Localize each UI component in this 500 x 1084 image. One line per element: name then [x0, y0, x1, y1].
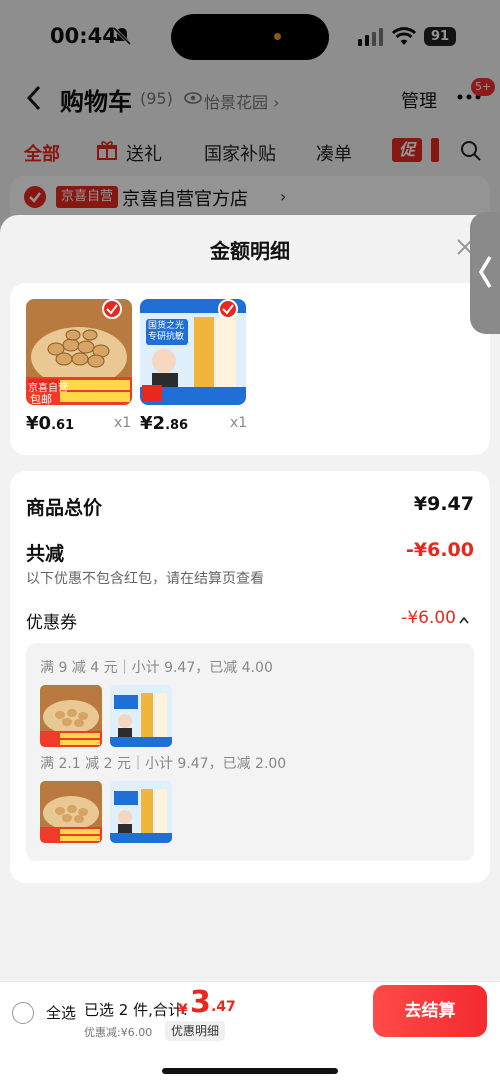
- chevron-left-icon: [478, 256, 492, 288]
- sheet-title: 金额明细: [210, 239, 290, 263]
- home-indicator[interactable]: [162, 1068, 338, 1074]
- total-currency: ¥: [178, 1002, 188, 1018]
- coupon-product-peanut: [40, 685, 102, 747]
- chevron-up-icon[interactable]: [458, 616, 470, 624]
- coupon-detail-box: 满 9 减 4 元｜小计 9.47，已减 4.00 满 2.1 减 2 元｜小计…: [26, 643, 474, 861]
- amount-detail-sheet: 金额明细 京喜自营 包邮 ¥0.61 x1 国货之光 专研抗敏 ¥2.86 x1…: [0, 215, 500, 981]
- discount-detail-button[interactable]: 优惠明细: [165, 1021, 226, 1041]
- total-label: 商品总价: [26, 497, 103, 519]
- product-price: ¥0.61: [26, 413, 75, 434]
- discount-label: 共减: [26, 543, 65, 565]
- selected-check-icon[interactable]: [102, 299, 122, 319]
- select-all-label[interactable]: 全选: [46, 1002, 76, 1023]
- total-value: ¥9.47: [413, 493, 474, 515]
- products-card: 京喜自营 包邮 ¥0.61 x1 国货之光 专研抗敏 ¥2.86 x1: [10, 283, 490, 455]
- side-drawer-handle[interactable]: [470, 212, 500, 334]
- product-qty: x1: [230, 415, 248, 431]
- product-tag: 国货之光 专研抗敏: [148, 321, 185, 342]
- summary-card: 商品总价 ¥9.47 共减 -¥6.00 以下优惠不包含红包，请在结算页查看 优…: [10, 471, 490, 883]
- coupon-rule: 满 2.1 减 2 元｜小计 9.47，已减 2.00: [40, 756, 287, 772]
- discount-note: 以下优惠不包含红包，请在结算页查看: [26, 571, 264, 587]
- product-price: ¥2.86: [140, 413, 189, 434]
- selected-check-icon[interactable]: [218, 299, 238, 319]
- selected-count-text: 已选 2 件,合计:: [84, 1001, 188, 1019]
- coupon-value[interactable]: -¥6.00: [401, 608, 456, 628]
- total-amount-decimal: .47: [211, 999, 236, 1015]
- checkout-button[interactable]: 去结算: [373, 985, 487, 1037]
- select-all-checkbox[interactable]: [12, 1002, 34, 1024]
- total-amount-integer: 3: [190, 985, 211, 1020]
- discount-value: -¥6.00: [406, 539, 474, 561]
- product-qty: x1: [114, 415, 132, 431]
- coupon-product-toothpaste: [110, 685, 172, 747]
- coupon-rule: 满 9 减 4 元｜小计 9.47，已减 4.00: [40, 660, 273, 676]
- coupon-product-toothpaste: [110, 781, 172, 843]
- coupon-product-peanut: [40, 781, 102, 843]
- free-shipping-tag: 包邮: [30, 393, 52, 406]
- checkout-bar: 全选 已选 2 件,合计: ¥ 3 .47 优惠减:¥6.00 优惠明细 去结算: [0, 981, 500, 1084]
- coupon-label: 优惠券: [26, 613, 77, 633]
- discount-summary: 优惠减:¥6.00: [84, 1026, 153, 1039]
